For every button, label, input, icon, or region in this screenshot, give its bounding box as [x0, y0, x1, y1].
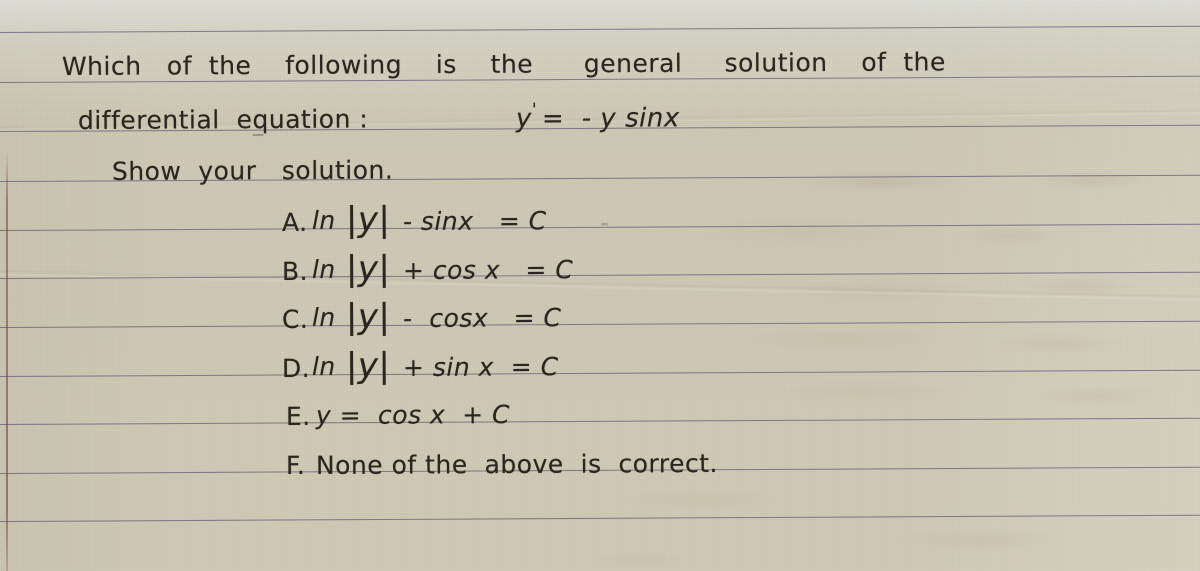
option-f-letter: F.	[285, 450, 306, 480]
option-b-abs: |y|	[345, 248, 391, 289]
instruction-show-your-solution: Show your solution.	[111, 155, 394, 186]
option-c-letter: C.	[281, 304, 309, 334]
ruled-line	[0, 369, 1200, 377]
ruled-line	[0, 320, 1200, 328]
notebook-page: Which of the following is the general so…	[0, 0, 1200, 571]
option-c-ln: ln	[311, 302, 336, 332]
question-line-2-label: differential equation :	[77, 104, 369, 135]
option-c-abs: |y|	[345, 296, 391, 337]
question-line-1: Which of the following is the general so…	[61, 47, 946, 81]
ruled-line	[0, 25, 1200, 33]
option-a-letter: A.	[281, 207, 308, 237]
paper-showthrough-texture	[0, 0, 1200, 571]
option-f-rest: None of the above is correct.	[315, 448, 719, 480]
ruled-line	[0, 417, 1200, 425]
option-d-rest: + sin x = C	[402, 352, 559, 382]
prime-symbol: '	[531, 99, 538, 120]
option-a-ln: ln	[311, 205, 336, 235]
option-a-trailing-mark: -	[599, 207, 610, 237]
ruled-line	[0, 514, 1200, 522]
differential-equation-rhs: = - y sinx	[541, 103, 680, 134]
pencil-dash-mark: _	[252, 111, 264, 136]
option-b-rest: + cos x = C	[402, 255, 574, 285]
option-a-rest: - sinx = C	[402, 206, 547, 236]
option-b-ln: ln	[311, 254, 336, 284]
paper-grain-texture	[0, 0, 1200, 571]
option-b-letter: B.	[281, 256, 309, 286]
option-e-rest: y = cos x + C	[315, 399, 511, 430]
paper-crease-texture	[0, 0, 1200, 571]
red-margin-rule	[6, 150, 8, 571]
option-d-abs: |y|	[345, 345, 391, 386]
differential-equation-lhs: y	[515, 103, 532, 134]
option-d-ln: ln	[311, 351, 336, 381]
option-a-abs: |y|	[345, 199, 391, 240]
option-e-letter: E.	[285, 401, 311, 431]
ruled-line	[0, 271, 1200, 279]
option-d-letter: D.	[281, 353, 311, 383]
option-c-rest: - cosx = C	[402, 303, 562, 333]
